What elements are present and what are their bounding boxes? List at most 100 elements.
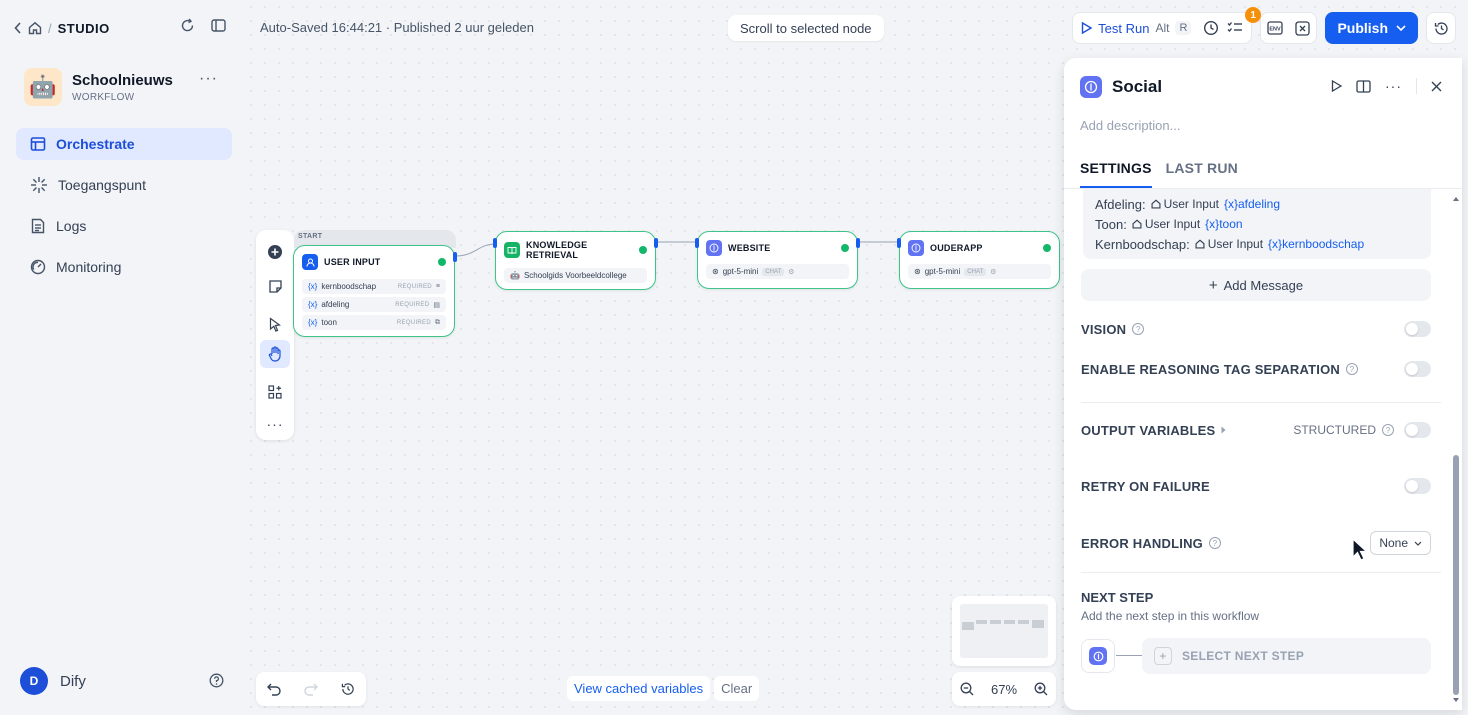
prompt-variables-box[interactable]: Afdeling: User Input {x}afdeling Toon: U… — [1083, 189, 1431, 259]
structured-toggle[interactable] — [1404, 422, 1431, 438]
node-knowledge-retrieval[interactable]: KNOWLEDGE RETRIEVAL 🤖 Schoolgids Voorbee… — [493, 231, 658, 290]
node-input-handle[interactable] — [695, 238, 699, 248]
llm-icon — [706, 240, 722, 256]
home-icon — [1195, 239, 1205, 249]
success-status-icon — [1043, 244, 1051, 252]
retry-label: RETRY ON FAILURE — [1081, 478, 1210, 494]
node-website[interactable]: WEBSITE ⊛ gpt-5-mini CHAT ⚙ — [695, 231, 860, 289]
output-variables-row: OUTPUT VARIABLES STRUCTURED ? — [1081, 419, 1431, 441]
knowledge-retrieval-icon — [504, 242, 520, 258]
help-doc-icon[interactable] — [1356, 79, 1371, 93]
node-output-handle[interactable] — [856, 238, 860, 248]
view-cached-variables-button[interactable]: View cached variables — [567, 676, 711, 701]
structured-label: STRUCTURED — [1293, 423, 1376, 437]
actions-divider — [1416, 78, 1417, 94]
node-variable-row: {x} kernboodschap REQUIRED ≡ — [302, 279, 446, 294]
close-icon[interactable] — [1431, 81, 1442, 92]
error-handling-label: ERROR HANDLING — [1081, 535, 1203, 551]
info-icon[interactable]: ? — [1382, 424, 1394, 436]
info-icon[interactable]: ? — [1346, 363, 1358, 375]
robot-icon: 🤖 — [510, 271, 520, 280]
copy-type-icon: ⧉ — [435, 318, 440, 326]
node-title: USER INPUT — [324, 257, 381, 267]
redo-icon[interactable] — [304, 683, 318, 696]
variable-icon: {x} — [308, 282, 318, 291]
more-options-icon[interactable]: ··· — [1385, 78, 1402, 94]
undo-redo-group — [256, 672, 366, 706]
run-node-icon[interactable] — [1331, 80, 1342, 92]
node-title: WEBSITE — [728, 243, 771, 253]
model-settings-icon: ⚙ — [990, 268, 997, 276]
vision-toggle[interactable] — [1404, 321, 1431, 337]
variable-name: kernboodschap — [321, 282, 377, 291]
scrollbar-thumb[interactable] — [1453, 455, 1459, 695]
description-input[interactable]: Add description... — [1080, 118, 1180, 133]
zoom-controls: 67% — [952, 672, 1056, 706]
required-label: REQUIRED — [397, 283, 432, 290]
select-type-icon: ▤ — [433, 301, 440, 309]
structured-output: STRUCTURED ? — [1293, 423, 1394, 437]
node-title: KNOWLEDGE RETRIEVAL — [526, 240, 588, 260]
model-name: gpt-5-mini — [722, 267, 759, 276]
variable-icon: {x} — [308, 300, 318, 309]
tab-last-run[interactable]: LAST RUN — [1166, 160, 1238, 188]
node-output-handle[interactable] — [453, 252, 457, 262]
node-input-handle[interactable] — [897, 238, 901, 248]
variable-source: User Input — [1132, 217, 1200, 231]
prompt-variable-line: Afdeling: User Input {x}afdeling — [1095, 194, 1419, 214]
clear-cache-button[interactable]: Clear — [714, 676, 760, 701]
mouse-cursor-icon — [1352, 538, 1368, 561]
paragraph-type-icon: ≡ — [435, 283, 440, 290]
variable-label: Kernboodschap: — [1095, 236, 1190, 252]
variable-name: {x}afdeling — [1223, 197, 1281, 211]
zoom-out-icon[interactable] — [960, 682, 974, 696]
scroll-down-icon — [1453, 698, 1459, 702]
node-user-input[interactable]: USER INPUT {x} kernboodschap REQUIRED ≡ … — [293, 245, 457, 337]
section-divider — [1081, 402, 1441, 403]
current-node-badge — [1081, 639, 1115, 673]
reasoning-toggle[interactable] — [1404, 361, 1431, 377]
error-handling-value: None — [1379, 536, 1408, 550]
llm-icon — [1080, 76, 1102, 98]
select-next-step-button[interactable]: + SELECT NEXT STEP — [1142, 638, 1431, 674]
section-divider — [1081, 572, 1441, 573]
node-output-handle[interactable] — [654, 238, 658, 248]
model-settings-icon: ⚙ — [788, 268, 795, 276]
zoom-level[interactable]: 67% — [991, 682, 1017, 697]
node-input-handle[interactable] — [493, 238, 497, 248]
prompt-variable-line: Kernboodschap: User Input {x}kernboodsch… — [1095, 234, 1419, 254]
success-status-icon — [639, 246, 647, 254]
next-step-description: Add the next step in this workflow — [1081, 609, 1260, 623]
plus-icon: + — [1208, 276, 1218, 294]
user-input-icon — [302, 254, 318, 270]
panel-scrollbar[interactable] — [1451, 190, 1461, 705]
required-label: REQUIRED — [395, 301, 430, 308]
node-variable-row: {x} afdeling REQUIRED ▤ — [302, 297, 446, 312]
error-handling-select[interactable]: None — [1370, 531, 1431, 555]
node-ouderapp[interactable]: OUDERAPP ⊛ gpt-5-mini CHAT ⚙ — [897, 231, 1060, 289]
history-icon[interactable] — [341, 682, 355, 696]
node-title: OUDERAPP — [930, 243, 983, 253]
info-icon[interactable]: ? — [1208, 537, 1221, 549]
minimap[interactable] — [952, 596, 1056, 666]
model-mode-chip: CHAT — [964, 267, 987, 276]
knowledge-source-row: 🤖 Schoolgids Voorbeeldcollege — [504, 268, 647, 283]
info-icon[interactable]: ? — [1132, 323, 1145, 335]
home-icon — [1151, 199, 1161, 209]
zoom-in-icon[interactable] — [1034, 682, 1048, 696]
add-message-button[interactable]: + Add Message — [1081, 269, 1431, 301]
panel-title[interactable]: Social — [1112, 77, 1162, 97]
variable-name: {x}toon — [1205, 217, 1243, 231]
variable-icon: {x} — [308, 318, 318, 327]
success-status-icon — [841, 244, 849, 252]
select-next-step-label: SELECT NEXT STEP — [1182, 649, 1305, 663]
output-variables-label: OUTPUT VARIABLES — [1081, 422, 1216, 438]
retry-row: RETRY ON FAILURE — [1081, 475, 1431, 497]
llm-icon — [1089, 647, 1107, 665]
output-variables-expander[interactable]: OUTPUT VARIABLES — [1081, 423, 1226, 438]
undo-icon[interactable] — [267, 683, 282, 696]
tab-settings[interactable]: SETTINGS — [1080, 160, 1152, 188]
panel-tabs: SETTINGS LAST RUN — [1080, 160, 1238, 188]
home-icon — [1132, 219, 1142, 229]
retry-toggle[interactable] — [1404, 478, 1431, 494]
